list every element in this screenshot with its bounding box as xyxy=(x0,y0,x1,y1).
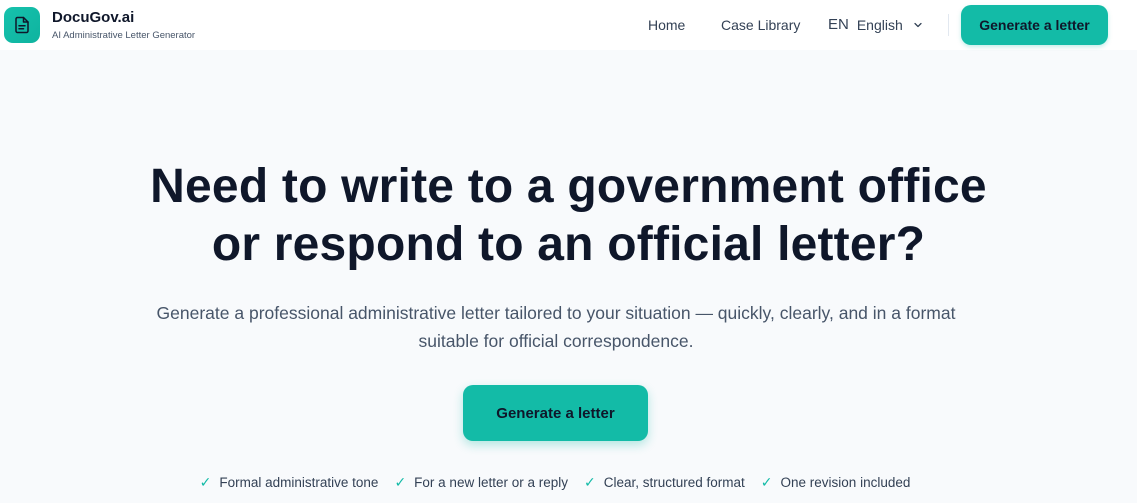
hero-subtitle: Generate a professional administrative l… xyxy=(156,303,956,351)
nav-divider xyxy=(948,14,949,36)
generate-letter-button-header[interactable]: Generate a letter xyxy=(961,5,1108,45)
hero-title-line2: or respond to an official letter? xyxy=(211,218,926,271)
feature-item: ✓ One revision included xyxy=(761,474,911,491)
language-code: EN xyxy=(828,16,849,33)
brand-name: DocuGov.ai xyxy=(52,8,135,26)
feature-item: ✓ Clear, structured format xyxy=(584,474,745,491)
chevron-down-icon xyxy=(914,22,922,28)
feature-label: Clear, structured format xyxy=(603,475,745,490)
brand-text: DocuGov.ai AI Administrative Letter Gene… xyxy=(52,9,195,42)
feature-item: ✓ For a new letter or a reply xyxy=(394,474,568,491)
check-icon: ✓ xyxy=(584,474,596,490)
feature-label: Formal administrative tone xyxy=(219,475,379,490)
brand-tagline: AI Administrative Letter Generator xyxy=(52,29,196,41)
generate-letter-button-hero[interactable]: Generate a letter xyxy=(463,385,648,441)
hero-title-line1: Need to write to a government office xyxy=(150,160,987,213)
feature-label: One revision included xyxy=(780,475,911,490)
feature-item: ✓ Formal administrative tone xyxy=(200,474,379,491)
top-navigation-bar: DocuGov.ai AI Administrative Letter Gene… xyxy=(0,0,1137,50)
language-selector[interactable]: EN English xyxy=(828,16,924,33)
document-icon xyxy=(4,7,40,43)
feature-label: For a new letter or a reply xyxy=(414,475,568,490)
brand[interactable]: DocuGov.ai AI Administrative Letter Gene… xyxy=(4,7,195,43)
hero-title: Need to write to a government office or … xyxy=(0,158,1137,274)
check-icon: ✓ xyxy=(199,474,212,490)
check-icon: ✓ xyxy=(394,474,407,490)
nav-case-library-link[interactable]: Case Library xyxy=(721,17,800,33)
check-icon: ✓ xyxy=(760,474,773,490)
feature-list: ✓ Formal administrative tone ✓ For a new… xyxy=(0,474,1110,491)
nav-home-link[interactable]: Home xyxy=(648,17,685,33)
language-label: English xyxy=(856,16,903,33)
